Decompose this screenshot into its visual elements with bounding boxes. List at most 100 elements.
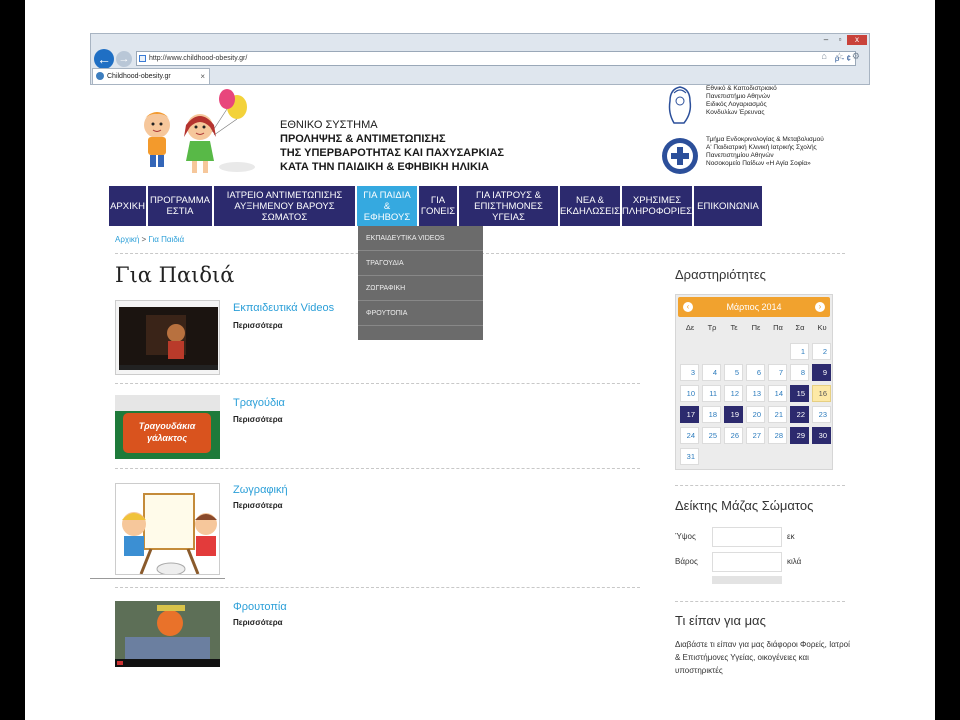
songs-thumb-text-1: Τραγουδάκια	[139, 421, 196, 431]
url-text: http://www.childhood-obesity.gr/	[149, 55, 248, 62]
entry-more-songs[interactable]: Περισσότερα	[233, 415, 283, 424]
calendar-weekday: Σα	[795, 323, 805, 332]
tab-close-icon[interactable]: ×	[200, 69, 205, 84]
nav-for-doctors[interactable]: ΓΙΑ ΙΑΤΡΟΥΣ & ΕΠΙΣΤΗΜΟΝΕΣ ΥΓΕΙΑΣ	[459, 186, 558, 226]
uni1-line-4: Κονδυλίων Έρευνας	[706, 109, 765, 116]
nav-news[interactable]: ΝΕΑ & ΕΚΔΗΛΩΣΕΙΣ	[560, 186, 620, 226]
divider	[115, 383, 640, 384]
calendar-day[interactable]: 20	[746, 406, 765, 423]
dropdown-item-drawing[interactable]: ΖΩΓΡΑΦΙΚΗ	[358, 276, 483, 301]
height-input[interactable]	[712, 527, 782, 547]
songs-thumb-text-2: γάλακτος	[147, 433, 187, 443]
breadcrumb-home-link[interactable]: Αρχική	[115, 235, 139, 244]
entry-title-videos[interactable]: Εκπαιδευτικά Videos	[233, 302, 334, 314]
nav-clinic[interactable]: ΙΑΤΡΕΙΟ ΑΝΤΙΜΕΤΩΠΙΣΗΣ ΑΥΞΗΜΕΝΟΥ ΒΑΡΟΥΣ ΣΩ…	[214, 186, 355, 226]
site-title[interactable]: ΕΘΝΙΚΟ ΣΥΣΤΗΜΑ ΠΡΟΛΗΨΗΣ & ΑΝΤΙΜΕΤΩΠΙΣΗΣ …	[280, 118, 504, 174]
dropdown-item-videos[interactable]: ΕΚΠΑΙΔΕΥΤΙΚΑ VIDEOS	[358, 226, 483, 251]
drawing-thumbnail[interactable]	[115, 483, 220, 575]
uni1-line-3: Ειδικός Λογαριασμός	[706, 101, 767, 108]
calendar-day[interactable]: 11	[702, 385, 721, 402]
weight-unit: κιλά	[787, 557, 802, 566]
website: ΕΘΝΙΚΟ ΣΥΣΤΗΜΑ ΠΡΟΛΗΨΗΣ & ΑΝΤΙΜΕΤΩΠΙΣΗΣ …	[90, 85, 870, 690]
page-icon	[139, 55, 146, 62]
calendar-day[interactable]: 4	[702, 364, 721, 381]
site-title-line-4: ΚΑΤΑ ΤΗΝ ΠΑΙΔΙΚΗ & ΕΦΗΒΙΚΗ ΗΛΙΚΙΑ	[280, 161, 489, 173]
calendar-day[interactable]: 22	[790, 406, 809, 423]
entry-more-videos[interactable]: Περισσότερα	[233, 321, 283, 330]
entry-title-drawing[interactable]: Ζωγραφική	[233, 484, 288, 496]
nav-for-parents[interactable]: ΓΙΑ ΓΟΝΕΙΣ	[419, 186, 457, 226]
nav-useful-info[interactable]: ΧΡΗΣΙΜΕΣ ΠΛΗΡΟΦΟΡΙΕΣ	[622, 186, 692, 226]
uni2-line-1: Τμήμα Ενδοκρινολογίας & Μεταβολισμού	[706, 136, 824, 143]
address-bar[interactable]: http://www.childhood-obesity.gr/ ρ - ¢	[136, 51, 856, 66]
minimize-button[interactable]: –	[819, 35, 833, 45]
close-window-button[interactable]: x	[847, 35, 867, 45]
calendar-day[interactable]: 13	[746, 385, 765, 402]
breadcrumb-current[interactable]: Για Παιδιά	[148, 235, 184, 244]
calendar-day[interactable]: 31	[680, 448, 699, 465]
nav-contact[interactable]: ΕΠΙΚΟΙΝΩΝΙΑ	[694, 186, 762, 226]
calendar-day[interactable]: 10	[680, 385, 699, 402]
calendar-day[interactable]: 3	[680, 364, 699, 381]
calendar-next-icon[interactable]: ›	[815, 302, 825, 312]
calendar-day[interactable]: 19	[724, 406, 743, 423]
calendar-day[interactable]: 6	[746, 364, 765, 381]
calendar-weekday: Τε	[730, 323, 738, 332]
calendar-day[interactable]: 7	[768, 364, 787, 381]
maximize-button[interactable]: ▫	[833, 35, 847, 45]
calendar-prev-icon[interactable]: ‹	[683, 302, 693, 312]
calendar-day[interactable]: 5	[724, 364, 743, 381]
uni1-line-2: Πανεπιστήμιο Αθηνών	[706, 93, 771, 100]
events-calendar: ‹ Μάρτιος 2014 › Δε Τρ Τε Πε Πα Σα Κυ 1 2 3 4 5 6 7 8 9…	[675, 294, 833, 470]
site-title-line-3: ΤΗΣ ΥΠΕΡΒΑΡΟΤΗΤΑΣ ΚΑΙ ΠΑΧΥΣΑΡΚΙΑΣ	[280, 147, 505, 159]
window-controls: – ▫ x	[819, 35, 867, 46]
calendar-month: Μάρτιος 2014	[726, 302, 782, 312]
calendar-day[interactable]: 30	[812, 427, 831, 444]
calendar-day[interactable]: 8	[790, 364, 809, 381]
dropdown-item-songs[interactable]: ΤΡΑΓΟΥΔΙΑ	[358, 251, 483, 276]
bmi-title: Δείκτης Μάζας Σώματος	[675, 498, 814, 513]
calendar-day[interactable]: 16	[812, 385, 831, 402]
songs-thumbnail[interactable]: Τραγουδάκια γάλακτος	[115, 395, 220, 459]
forward-arrow-icon[interactable]: →	[116, 51, 132, 67]
calendar-day[interactable]: 14	[768, 385, 787, 402]
entry-more-frutopia[interactable]: Περισσότερα	[233, 618, 283, 627]
calendar-day[interactable]: 27	[746, 427, 765, 444]
uni2-line-3: Πανεπιστημίου Αθηνών	[706, 152, 774, 159]
home-star-gear-icon[interactable]: ⌂ ☆ ⚙	[821, 51, 863, 62]
calendar-day[interactable]: 15	[790, 385, 809, 402]
calendar-day[interactable]: 9	[812, 364, 831, 381]
nav-home[interactable]: ΑΡΧΙΚΗ	[109, 186, 146, 226]
nav-for-kids[interactable]: ΓΙΑ ΠΑΙΔΙΑ & ΕΦΗΒΟΥΣ	[357, 186, 417, 226]
calendar-day[interactable]: 24	[680, 427, 699, 444]
calendar-day[interactable]: 28	[768, 427, 787, 444]
kids-logo-illustration[interactable]	[112, 87, 262, 182]
page-title: Για Παιδιά	[115, 263, 235, 287]
calendar-day[interactable]: 29	[790, 427, 809, 444]
calendar-day[interactable]: 23	[812, 406, 831, 423]
back-arrow-icon[interactable]: ←	[94, 49, 114, 69]
calendar-day[interactable]: 17	[680, 406, 699, 423]
weight-label: Βάρος	[675, 557, 698, 566]
calendar-day[interactable]: 1	[790, 343, 809, 360]
entry-more-drawing[interactable]: Περισσότερα	[233, 501, 283, 510]
videos-thumbnail[interactable]	[115, 300, 220, 375]
browser-tab[interactable]: Childhood-obesity.gr ×	[92, 68, 210, 84]
nav-program-estia[interactable]: ΠΡΟΓΡΑΜΜΑ ΕΣΤΙΑ	[148, 186, 212, 226]
calendar-day[interactable]: 18	[702, 406, 721, 423]
frutopia-thumbnail[interactable]	[115, 601, 220, 667]
bmi-calculate-button[interactable]	[712, 576, 782, 584]
dropdown-item-frutopia[interactable]: ΦΡΟΥΤΟΠΙΑ	[358, 301, 483, 326]
weight-input[interactable]	[712, 552, 782, 572]
calendar-day[interactable]: 12	[724, 385, 743, 402]
site-title-line-2: ΠΡΟΛΗΨΗΣ & ΑΝΤΙΜΕΤΩΠΙΣΗΣ	[280, 133, 446, 145]
calendar-day[interactable]: 21	[768, 406, 787, 423]
calendar-weekday: Κυ	[817, 323, 827, 332]
calendar-day[interactable]: 25	[702, 427, 721, 444]
entry-title-frutopia[interactable]: Φρουτοπία	[233, 601, 287, 613]
divider	[115, 468, 640, 469]
entry-title-songs[interactable]: Τραγούδια	[233, 397, 285, 409]
calendar-day[interactable]: 26	[724, 427, 743, 444]
site-title-line-1: ΕΘΝΙΚΟ ΣΥΣΤΗΜΑ	[280, 119, 378, 131]
calendar-day[interactable]: 2	[812, 343, 831, 360]
